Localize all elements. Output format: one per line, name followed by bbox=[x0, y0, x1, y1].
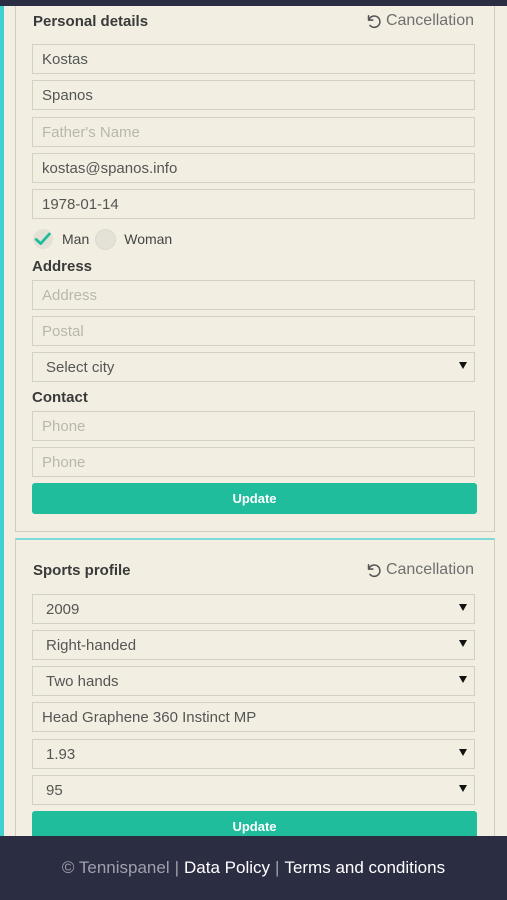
gender-man-option[interactable]: Man bbox=[32, 228, 89, 250]
email-input[interactable] bbox=[32, 153, 475, 183]
phone-input-2[interactable] bbox=[32, 447, 475, 477]
footer: © Tennispanel | Data Policy | Terms and … bbox=[0, 836, 507, 900]
undo-icon bbox=[367, 563, 381, 577]
last-name-input[interactable] bbox=[32, 80, 475, 110]
update-personal-button[interactable]: Update bbox=[32, 483, 477, 514]
gender-man-label: Man bbox=[62, 231, 90, 247]
cancel-label: Cancellation bbox=[385, 12, 474, 29]
dropdown-arrow-icon bbox=[459, 749, 467, 756]
personal-details-title: Personal details bbox=[33, 13, 149, 30]
weight-select-value: 95 bbox=[46, 781, 63, 799]
backhand-select[interactable]: Two hands bbox=[32, 666, 475, 696]
address-heading: Address bbox=[32, 258, 93, 275]
height-select[interactable]: 1.93 bbox=[32, 739, 475, 769]
year-select[interactable]: 2009 bbox=[32, 594, 475, 624]
checkmark-icon bbox=[32, 228, 54, 250]
gender-radio-group: Man Woman bbox=[32, 227, 178, 251]
sports-profile-card: Sports profile Cancellation 2009 Right-h… bbox=[15, 538, 495, 842]
personal-cancel-button[interactable]: Cancellation bbox=[365, 12, 474, 30]
height-select-value: 1.93 bbox=[46, 745, 76, 763]
contact-heading: Contact bbox=[32, 389, 88, 406]
dropdown-arrow-icon bbox=[459, 640, 467, 647]
birthdate-input[interactable] bbox=[32, 189, 475, 219]
footer-separator: | bbox=[174, 858, 180, 877]
hand-select[interactable]: Right-handed bbox=[32, 630, 475, 660]
gender-woman-label: Woman bbox=[124, 231, 173, 247]
year-select-value: 2009 bbox=[46, 600, 80, 618]
footer-copyright: © Tennispanel bbox=[61, 858, 170, 877]
terms-link[interactable]: Terms and conditions bbox=[284, 858, 445, 878]
dropdown-arrow-icon bbox=[459, 604, 467, 611]
cancel-label: Cancellation bbox=[385, 561, 474, 578]
radio-unchecked-icon bbox=[95, 228, 117, 250]
father-name-input[interactable] bbox=[32, 117, 475, 147]
dropdown-arrow-icon bbox=[459, 676, 467, 683]
weight-select[interactable]: 95 bbox=[32, 775, 475, 805]
city-select-value: Select city bbox=[46, 358, 115, 376]
dropdown-arrow-icon bbox=[459, 362, 467, 369]
gender-woman-option[interactable]: Woman bbox=[95, 228, 173, 250]
racket-input[interactable] bbox=[32, 702, 475, 732]
data-policy-link[interactable]: Data Policy bbox=[184, 858, 270, 878]
personal-details-card: Personal details Cancellation Man Woman … bbox=[15, 6, 495, 532]
sports-cancel-button[interactable]: Cancellation bbox=[365, 561, 474, 579]
hand-select-value: Right-handed bbox=[46, 636, 137, 654]
phone-input-1[interactable] bbox=[32, 411, 475, 441]
left-accent-bar bbox=[0, 6, 4, 836]
backhand-select-value: Two hands bbox=[46, 672, 119, 690]
footer-separator: | bbox=[275, 858, 280, 877]
dropdown-arrow-icon bbox=[459, 785, 467, 792]
address-input[interactable] bbox=[32, 280, 475, 310]
postal-input[interactable] bbox=[32, 316, 475, 346]
undo-icon bbox=[367, 14, 381, 28]
sports-profile-title: Sports profile bbox=[33, 562, 131, 579]
first-name-input[interactable] bbox=[32, 44, 475, 74]
city-select[interactable]: Select city bbox=[32, 352, 475, 382]
